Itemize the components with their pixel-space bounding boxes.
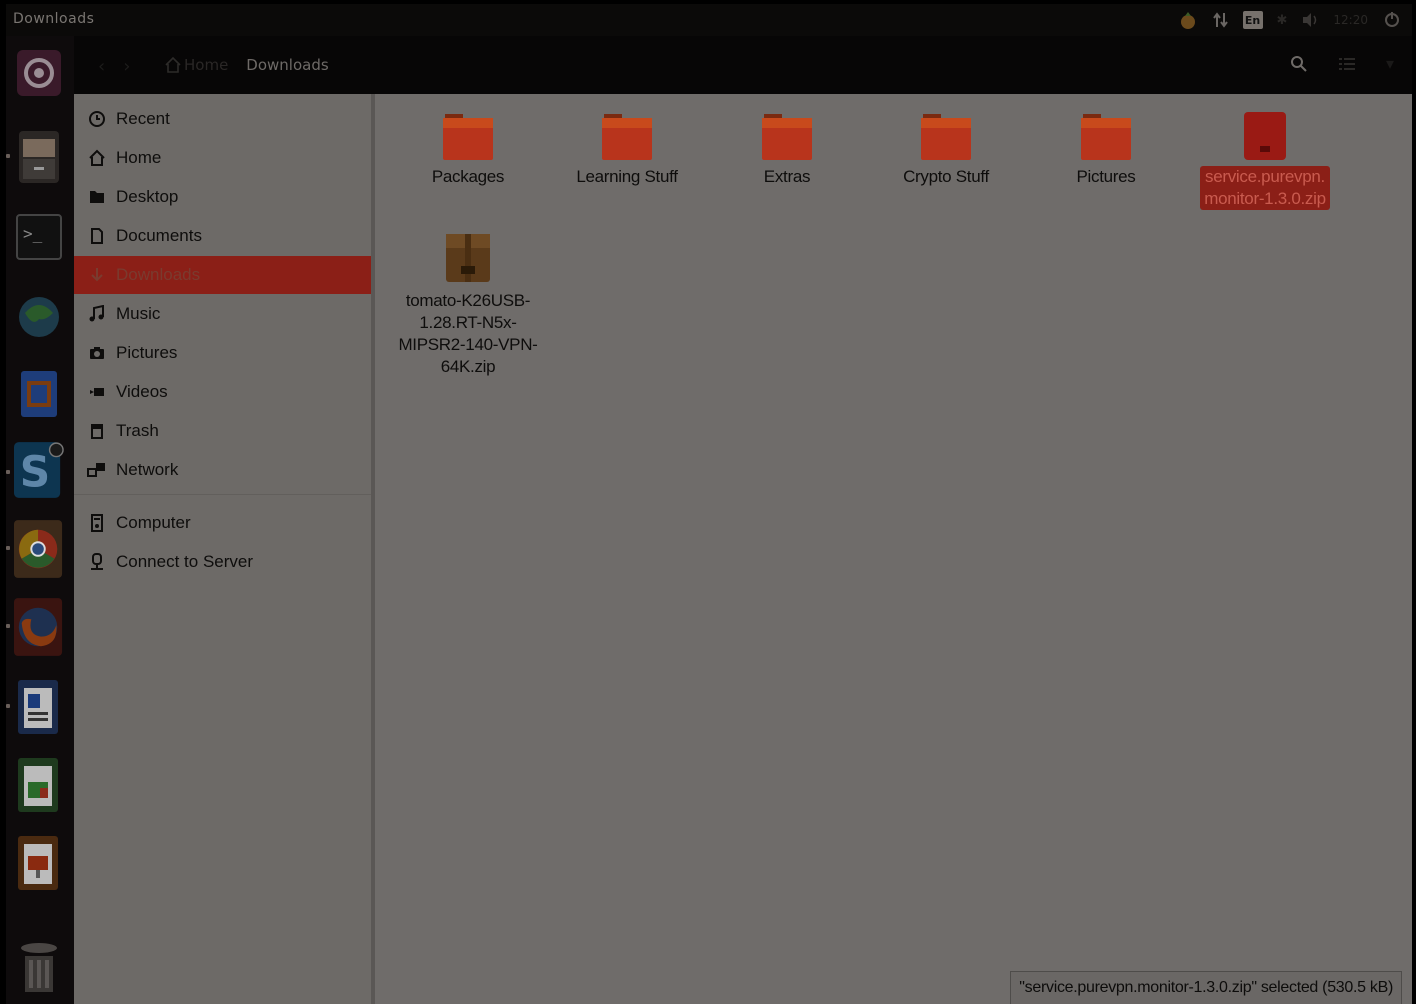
folder-icon <box>602 114 652 160</box>
file-item-zip-selected[interactable]: service.purevpn. monitor-1.3.0.zip <box>1190 108 1340 210</box>
folder-icon <box>443 114 493 160</box>
file-name: Pictures <box>1076 167 1136 186</box>
bluetooth-icon[interactable]: ✱ <box>1277 13 1288 28</box>
skype-app-icon[interactable]: S <box>6 440 64 502</box>
desktop-screen: Downloads En ✱ 12:20 >_ S ‹ › Home Downl… <box>6 4 1412 1004</box>
download-icon <box>86 264 108 286</box>
sidebar-item-label: Trash <box>116 421 159 440</box>
sidebar-item-music[interactable]: Music <box>74 295 371 333</box>
breadcrumb-home[interactable]: Home <box>164 56 228 74</box>
trash-launcher-icon[interactable] <box>14 936 64 998</box>
breadcrumb: Home Downloads <box>164 54 333 76</box>
clock-icon <box>86 108 108 130</box>
document-icon <box>86 225 108 247</box>
menu-icon[interactable]: ▾ <box>1386 54 1394 73</box>
terminal-app-icon[interactable]: >_ <box>14 206 64 268</box>
file-item-folder[interactable]: Packages <box>393 108 543 188</box>
search-icon[interactable] <box>1290 55 1308 73</box>
home-icon <box>165 56 181 73</box>
volume-icon[interactable] <box>1301 12 1319 28</box>
network-icon <box>86 459 108 481</box>
calc-app-icon[interactable] <box>14 754 64 816</box>
files-app-icon[interactable] <box>6 126 64 188</box>
window-header-bar: ‹ › Home Downloads ▾ <box>74 36 1412 94</box>
sidebar-item-label: Downloads <box>116 265 201 284</box>
view-list-icon[interactable] <box>1338 56 1356 72</box>
file-name: Crypto Stuff <box>903 167 989 186</box>
file-item-archive[interactable]: tomato-K26USB- 1.28.RT-N5x- MIPSR2-140-V… <box>393 230 543 378</box>
impress-app-icon[interactable] <box>14 832 64 894</box>
sidebar-item-label: Pictures <box>116 343 178 362</box>
clock[interactable]: 12:20 <box>1333 13 1368 27</box>
virtualbox-app-icon[interactable] <box>14 364 64 426</box>
back-arrow-icon[interactable]: ‹ <box>98 56 105 77</box>
file-view: Packages Learning Stuff Extras Crypto St… <box>375 94 1412 1004</box>
folder-icon <box>762 114 812 160</box>
file-name: service.purevpn. monitor-1.3.0.zip <box>1200 166 1330 210</box>
file-name: Extras <box>763 167 811 186</box>
breadcrumb-downloads[interactable]: Downloads <box>242 54 332 76</box>
file-item-folder[interactable]: Learning Stuff <box>552 108 702 188</box>
camera-icon <box>86 342 108 364</box>
browser-globe-app-icon[interactable] <box>14 286 64 348</box>
server-icon <box>86 551 108 573</box>
keyboard-layout-icon[interactable]: En <box>1242 11 1263 29</box>
package-box-icon <box>446 234 490 282</box>
sidebar-item-label: Recent <box>116 109 170 128</box>
sidebar-item-label: Home <box>116 148 162 167</box>
forward-arrow-icon[interactable]: › <box>123 56 130 77</box>
folder-icon <box>86 186 108 208</box>
folder-icon <box>921 114 971 160</box>
svg-text:S: S <box>20 447 50 496</box>
launcher: >_ S <box>6 36 74 1004</box>
file-item-folder[interactable]: Pictures <box>1031 108 1181 188</box>
sidebar-item-pictures[interactable]: Pictures <box>74 334 371 372</box>
sidebar-item-label: Computer <box>116 513 191 532</box>
nav-buttons: ‹ › <box>98 56 130 77</box>
sidebar-divider <box>74 494 371 495</box>
svg-text:>_: >_ <box>23 224 43 243</box>
folder-icon <box>1081 114 1131 160</box>
dash-home-icon[interactable] <box>14 42 64 104</box>
sidebar-item-desktop[interactable]: Desktop <box>74 178 371 216</box>
sidebar-item-documents[interactable]: Documents <box>74 217 371 255</box>
computer-icon <box>86 512 108 534</box>
sidebar-item-trash[interactable]: Trash <box>74 412 371 450</box>
sidebar-item-videos[interactable]: Videos <box>74 373 371 411</box>
video-icon <box>86 381 108 403</box>
window-title: Downloads <box>13 11 95 27</box>
file-name: tomato-K26USB- 1.28.RT-N5x- MIPSR2-140-V… <box>398 291 538 376</box>
places-sidebar: Recent Home Desktop Documents Downloads … <box>74 94 371 1004</box>
sidebar-item-home[interactable]: Home <box>74 139 371 177</box>
writer-app-icon[interactable] <box>6 676 64 738</box>
sidebar-item-label: Music <box>116 304 161 323</box>
home-icon <box>86 147 108 169</box>
file-item-folder[interactable]: Crypto Stuff <box>871 108 1021 188</box>
network-transfer-icon[interactable] <box>1212 11 1229 29</box>
zip-archive-icon <box>1244 112 1286 160</box>
sidebar-item-label: Network <box>116 460 179 479</box>
sidebar-item-connect-to-server[interactable]: Connect to Server <box>74 543 371 581</box>
sidebar-item-label: Connect to Server <box>116 552 254 571</box>
sidebar-item-label: Documents <box>116 226 202 245</box>
update-indicator-icon[interactable] <box>1177 9 1199 31</box>
sidebar-item-label: Videos <box>116 382 168 401</box>
firefox-app-icon[interactable] <box>6 596 64 658</box>
power-gear-icon[interactable] <box>1382 10 1402 30</box>
file-name: Learning Stuff <box>576 167 678 186</box>
music-icon <box>86 303 108 325</box>
top-panel: Downloads En ✱ 12:20 <box>6 4 1412 36</box>
sidebar-item-label: Desktop <box>116 187 179 206</box>
status-bar: "service.purevpn.monitor-1.3.0.zip" sele… <box>1010 971 1402 1004</box>
indicator-area: En ✱ 12:20 <box>1177 8 1403 32</box>
file-name: Packages <box>431 167 505 186</box>
sidebar-item-downloads[interactable]: Downloads <box>74 256 371 294</box>
trash-icon <box>86 420 108 442</box>
chrome-app-icon[interactable] <box>6 518 64 580</box>
sidebar-item-recent[interactable]: Recent <box>74 100 371 138</box>
header-actions: ▾ <box>1290 54 1394 73</box>
file-item-folder[interactable]: Extras <box>712 108 862 188</box>
sidebar-item-network[interactable]: Network <box>74 451 371 489</box>
sidebar-item-computer[interactable]: Computer <box>74 504 371 542</box>
